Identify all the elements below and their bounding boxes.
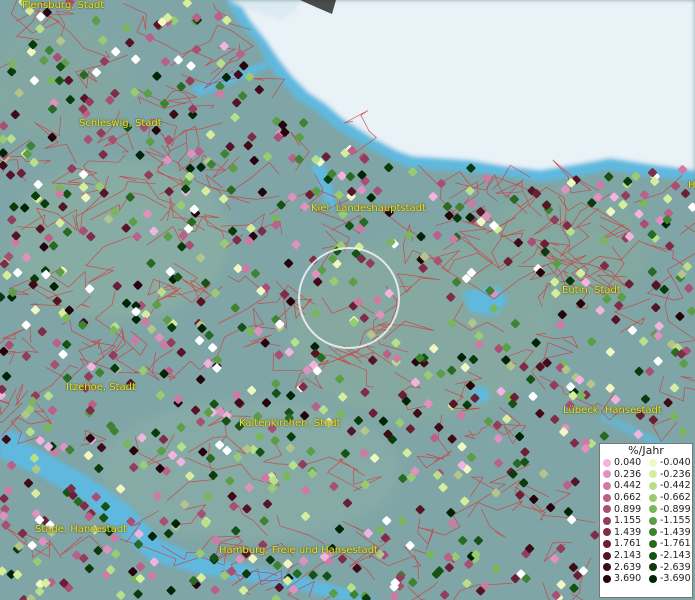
place-label-flensburg: Flensburg, Stadt: [22, 0, 105, 11]
legend-swatch: [649, 563, 657, 572]
legend-row: 0.236 -0.236: [600, 469, 692, 481]
legend-swatch: [649, 493, 657, 502]
legend-rows: 0.040 -0.040 0.236 -0.236 0.442 -0.442 0.662 -0…: [600, 457, 692, 585]
legend-row: 0.899 -0.899: [600, 503, 692, 515]
place-label-kiel: Kiel, Landeshauptstadt: [311, 203, 426, 214]
legend-value: -0.040: [660, 457, 691, 469]
place-label-eutin: Eutin, Stadt: [562, 285, 621, 296]
legend-value: 0.236: [614, 468, 642, 480]
place-label-itzehoe: Itzehoe, Stadt: [66, 382, 136, 393]
legend-entry-negative: -2.639: [646, 562, 692, 573]
legend-entry-positive: 0.236: [600, 469, 646, 480]
legend-row: 0.662 -0.662: [600, 492, 692, 504]
legend-entry-positive: 0.442: [600, 480, 646, 491]
legend-entry-positive: 2.143: [600, 550, 646, 561]
map-canvas[interactable]: [0, 0, 695, 600]
legend-swatch: [603, 493, 611, 502]
legend-swatch: [649, 574, 657, 583]
legend-value: -0.236: [660, 468, 691, 480]
legend-value: -1.439: [660, 526, 691, 538]
legend-value: -2.639: [660, 561, 691, 573]
legend-entry-negative: -0.236: [646, 469, 692, 480]
legend-entry-negative: -2.143: [646, 550, 692, 561]
legend-swatch: [649, 481, 657, 490]
legend-value: -1.761: [660, 538, 691, 550]
legend-entry-negative: -0.899: [646, 504, 692, 515]
legend-value: 1.761: [614, 538, 642, 550]
legend-value: 1.439: [614, 526, 642, 538]
legend-entry-positive: 3.690: [600, 573, 646, 584]
place-label-luebeck: Lübeck, Hansestadt: [563, 405, 662, 416]
legend-swatch: [649, 505, 657, 514]
legend-entry-positive: 1.439: [600, 527, 646, 538]
legend-entry-negative: -1.439: [646, 527, 692, 538]
legend-entry-positive: 1.155: [600, 515, 646, 526]
place-label-hamburg: Hamburg, Freie und Hansestadt: [219, 545, 378, 556]
legend-value: -1.155: [660, 515, 691, 527]
legend-swatch: [603, 574, 611, 583]
legend-value: 0.899: [614, 503, 642, 515]
legend-entry-positive: 1.761: [600, 538, 646, 549]
legend-value: -0.899: [660, 503, 691, 515]
legend-swatch: [603, 481, 611, 490]
place-label-stade: Stade, Hansestadt: [35, 524, 128, 535]
legend-swatch: [603, 551, 611, 560]
legend-entry-negative: -1.761: [646, 538, 692, 549]
legend-value: -0.442: [660, 480, 691, 492]
legend-value: 1.155: [614, 515, 642, 527]
legend-swatch: [603, 516, 611, 525]
map-view[interactable]: Flensburg, Stadt Schleswig, Stadt Kiel, …: [0, 0, 695, 600]
legend-value: 3.690: [614, 573, 642, 585]
legend-title: %/Jahr: [628, 444, 664, 457]
legend-value: 2.143: [614, 550, 642, 562]
legend-entry-negative: -0.442: [646, 480, 692, 491]
legend-entry-negative: -0.040: [646, 457, 692, 468]
legend-row: 2.639 -2.639: [600, 561, 692, 573]
legend-value: -2.143: [660, 550, 691, 562]
legend-entry-negative: -1.155: [646, 515, 692, 526]
legend-value: -3.690: [660, 573, 691, 585]
place-label-kaltenkirchen: Kaltenkirchen, Stadt: [239, 418, 341, 429]
legend-swatch: [603, 470, 611, 479]
legend-swatch: [603, 505, 611, 514]
legend-entry-negative: -3.690: [646, 573, 692, 584]
legend-entry-positive: 0.040: [600, 457, 646, 468]
legend-swatch: [649, 458, 657, 467]
legend-row: 0.040 -0.040: [600, 457, 692, 469]
legend-entry-positive: 0.662: [600, 492, 646, 503]
legend-row: 1.155 -1.155: [600, 515, 692, 527]
legend-value: 0.040: [614, 457, 642, 469]
legend-row: 1.761 -1.761: [600, 538, 692, 550]
legend-row: 2.143 -2.143: [600, 550, 692, 562]
legend-row: 0.442 -0.442: [600, 480, 692, 492]
legend-swatch: [603, 563, 611, 572]
legend-value: -0.662: [660, 492, 691, 504]
legend-swatch: [603, 528, 611, 537]
legend-swatch: [649, 528, 657, 537]
legend-swatch: [649, 551, 657, 560]
legend-swatch: [649, 539, 657, 548]
place-label-edge-h: H: [688, 180, 695, 191]
legend-row: 1.439 -1.439: [600, 527, 692, 539]
legend-swatch: [649, 516, 657, 525]
legend-entry-negative: -0.662: [646, 492, 692, 503]
legend-entry-positive: 2.639: [600, 562, 646, 573]
legend-value: 0.442: [614, 480, 642, 492]
legend-row: 3.690 -3.690: [600, 573, 692, 585]
legend-swatch: [603, 458, 611, 467]
legend-value: 2.639: [614, 561, 642, 573]
legend-value: 0.662: [614, 492, 642, 504]
legend: %/Jahr 0.040 -0.040 0.236 -0.236 0.442 -0.442…: [599, 443, 693, 598]
legend-swatch: [603, 539, 611, 548]
legend-entry-positive: 0.899: [600, 504, 646, 515]
place-label-schleswig: Schleswig, Stadt: [79, 118, 162, 129]
legend-swatch: [649, 470, 657, 479]
